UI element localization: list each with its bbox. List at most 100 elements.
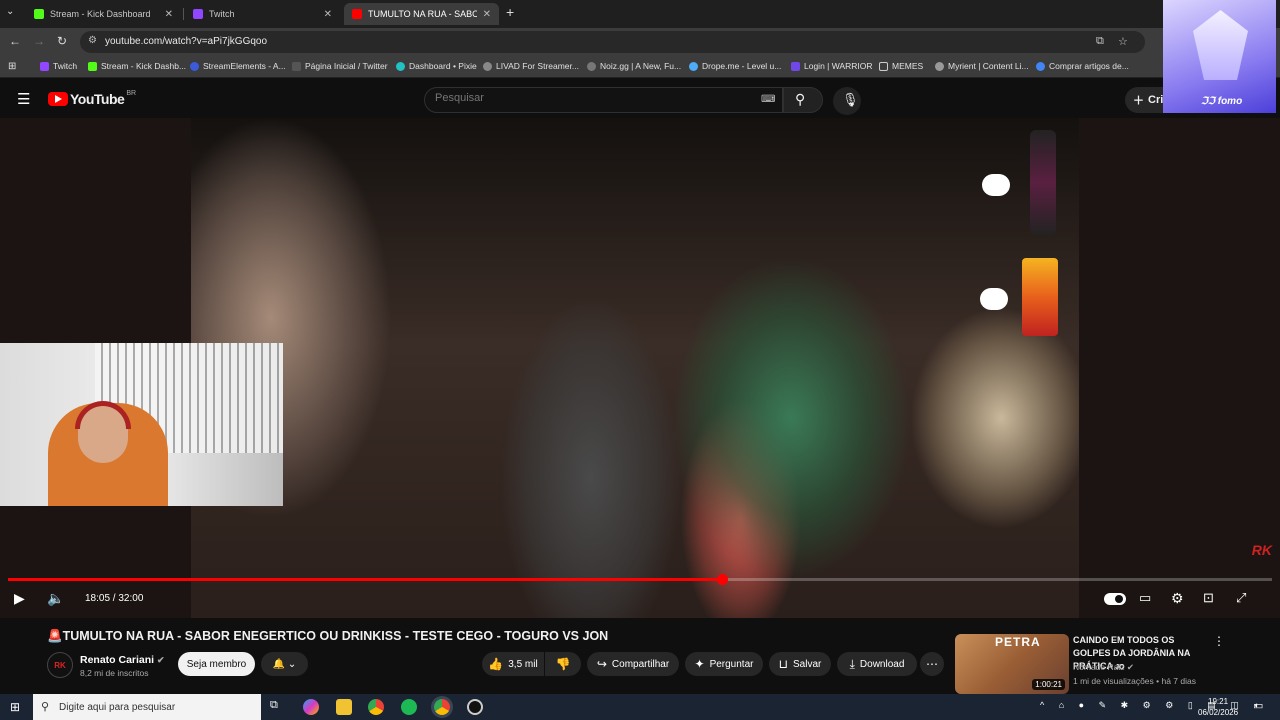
search-input[interactable] <box>435 92 735 104</box>
verified-badge-icon: ✔ <box>157 655 165 665</box>
bookmark-icon: ⊔ <box>778 657 788 671</box>
windows-taskbar: ⊞ ⚲ Digite aqui para pesquisar ⧉ ^ ⌂ ● ✎… <box>0 694 1280 720</box>
recommended-meta: 1 mi de visualizações • há 7 dias <box>1073 676 1196 686</box>
chrome-active-icon[interactable] <box>434 699 450 715</box>
noiz-icon <box>587 61 596 71</box>
progress-bar[interactable] <box>8 574 1272 585</box>
url-text: youtube.com/watch?v=aPi7jkGGqoo <box>105 36 268 47</box>
bookmark-item[interactable]: Noiz.gg | A New, Fu... <box>587 61 681 71</box>
close-icon[interactable]: ✕ <box>165 9 173 20</box>
fomo-mark-icon: ℑℑ <box>1201 96 1218 107</box>
bookmark-item[interactable]: Página Inicial / Twitter <box>292 61 388 71</box>
apps-grid-icon[interactable]: ⊞ <box>8 61 16 72</box>
download-button[interactable]: ⤓ Download <box>837 652 917 676</box>
tab-search-icon[interactable]: ⌄ <box>6 6 14 17</box>
volume-icon[interactable]: 🔈 <box>47 590 64 607</box>
ask-button[interactable]: ✦ Perguntar <box>685 652 763 676</box>
dislike-button[interactable]: 👎 <box>545 652 581 676</box>
more-horizontal-icon: ⋯ <box>926 657 938 671</box>
recommended-channel[interactable]: Nômade Raiz ✔ <box>1073 662 1134 673</box>
voice-search-button[interactable]: 🎙 <box>833 87 861 115</box>
toggle-knob <box>1115 595 1123 603</box>
drope-icon <box>689 61 698 71</box>
close-icon[interactable]: ✕ <box>483 9 491 20</box>
bookmark-item[interactable]: LIVAD For Streamer... <box>483 61 579 71</box>
bookmark-item[interactable]: Twitch <box>40 61 77 71</box>
bookmark-item[interactable]: Comprar artigos de... <box>1036 61 1129 71</box>
twitch-icon <box>40 61 49 71</box>
youtube-logo[interactable]: YouTube BR <box>48 90 136 107</box>
pixie-icon <box>396 61 405 71</box>
bookmark-item[interactable]: StreamElements - A... <box>190 61 286 71</box>
bookmark-star-icon[interactable]: ☆ <box>1118 35 1128 48</box>
youtube-header: ☰ YouTube BR ⌨ ⚲ 🎙 ＋Cri <box>0 78 1280 118</box>
menu-icon[interactable]: ☰ <box>17 90 30 108</box>
bell-icon: 🔔 <box>272 658 286 670</box>
fomo-overlay-widget: ℑℑ fomo <box>1163 0 1276 113</box>
task-view-icon[interactable]: ⧉ <box>270 699 286 715</box>
tab-youtube-video[interactable]: TUMULTO NA RUA - SABOR ✕ <box>344 3 499 25</box>
youtube-play-logo-icon <box>48 92 68 106</box>
join-button[interactable]: Seja membro <box>178 652 255 676</box>
keyboard-icon[interactable]: ⌨ <box>761 94 775 105</box>
obs-icon[interactable] <box>467 699 483 715</box>
bookmark-item[interactable]: Login | WARRIOR <box>791 61 873 71</box>
install-app-icon[interactable]: ⧉ <box>1096 35 1104 48</box>
more-vertical-icon[interactable]: ⋮ <box>1213 634 1225 648</box>
bookmark-folder[interactable]: MEMES <box>879 61 923 71</box>
settings-gear-icon[interactable]: ⚙ <box>1171 590 1184 607</box>
play-button[interactable]: ▶ <box>14 590 25 607</box>
like-button[interactable]: 👍 3,5 mil <box>482 652 544 676</box>
search-icon: ⚲ <box>41 701 50 713</box>
folder-icon <box>879 61 888 71</box>
share-button[interactable]: ↪ Compartilhar <box>587 652 679 676</box>
chrome-icon[interactable] <box>368 699 384 715</box>
channel-name[interactable]: Renato Cariani ✔ <box>80 654 165 666</box>
save-button[interactable]: ⊔ Salvar <box>769 652 831 676</box>
kick-icon <box>34 9 44 19</box>
recommended-video[interactable]: PETRA 1:00:21 CAINDO EM TODOS OS GOLPES … <box>955 632 1275 694</box>
miniplayer-icon[interactable]: ⊡ <box>1203 590 1214 606</box>
share-icon: ↪ <box>596 657 607 671</box>
taskbar-clock[interactable]: 19:21 06/02/2026 <box>1198 696 1238 718</box>
energy-drink-can-image <box>1030 130 1056 235</box>
twitch-icon <box>193 9 203 19</box>
tab-twitch[interactable]: Twitch ✕ <box>185 3 340 25</box>
forward-icon[interactable]: → <box>33 34 45 48</box>
autoplay-toggle[interactable] <box>1104 593 1126 605</box>
recommended-thumbnail[interactable]: PETRA 1:00:21 <box>955 634 1069 694</box>
back-icon[interactable]: ← <box>9 34 21 48</box>
windows-start-icon[interactable]: ⊞ <box>10 700 20 714</box>
video-title: 🚨TUMULTO NA RUA - SABOR ENEGERTICO OU DR… <box>47 629 609 643</box>
search-button[interactable]: ⚲ <box>783 87 823 113</box>
search-box[interactable]: ⌨ <box>424 87 783 113</box>
browser-tab-bar: ⌄ Stream - Kick Dashboard ✕ Twitch ✕ TUM… <box>0 0 1280 28</box>
more-actions-button[interactable]: ⋯ <box>920 652 944 676</box>
omnibox[interactable]: ⚙ youtube.com/watch?v=aPi7jkGGqoo ⧉ ☆ <box>80 31 1145 53</box>
myrient-icon <box>935 61 944 71</box>
bookmark-item[interactable]: Dashboard • Pixie <box>396 61 477 71</box>
taskbar-search[interactable]: ⚲ Digite aqui para pesquisar <box>33 694 261 720</box>
channel-avatar[interactable]: RK <box>47 652 73 678</box>
plus-icon: ＋ <box>1133 95 1144 107</box>
new-tab-button[interactable]: + <box>506 4 514 20</box>
microphone-icon: 🎙 <box>842 92 859 107</box>
bookmark-item[interactable]: Drope.me - Level u... <box>689 61 781 71</box>
copilot-icon[interactable] <box>303 699 319 715</box>
tab-kick-dashboard[interactable]: Stream - Kick Dashboard ✕ <box>26 3 181 25</box>
notifications-icon[interactable]: ▭ <box>1253 699 1263 712</box>
webcam-overlay <box>0 343 283 506</box>
close-icon[interactable]: ✕ <box>324 9 332 20</box>
spotify-icon[interactable] <box>401 699 417 715</box>
subtitles-icon[interactable]: ▭ <box>1139 590 1151 606</box>
streamelements-icon <box>190 61 199 71</box>
site-info-icon[interactable]: ⚙ <box>88 35 97 46</box>
notification-bell-button[interactable]: 🔔 ⌄ <box>261 652 308 676</box>
bookmark-item[interactable]: Myrient | Content Li... <box>935 61 1029 71</box>
bookmark-item[interactable]: Stream - Kick Dashb... <box>88 61 186 71</box>
fullscreen-icon[interactable]: ⤢ <box>1236 590 1246 606</box>
file-explorer-icon[interactable] <box>336 699 352 715</box>
reload-icon[interactable]: ↻ <box>57 34 67 48</box>
kick-icon <box>88 61 97 71</box>
channel-watermark[interactable]: RK <box>1252 542 1272 558</box>
